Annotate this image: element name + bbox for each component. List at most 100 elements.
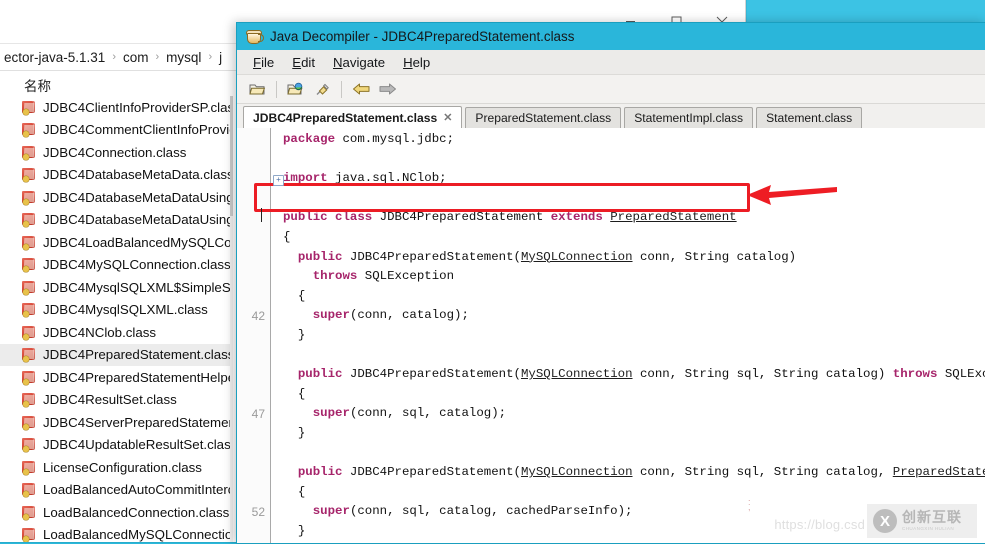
code-line: { [283, 287, 985, 307]
breadcrumb-item-1[interactable]: com [119, 50, 153, 65]
logo-mark-icon: X [873, 509, 897, 533]
list-item[interactable]: LoadBalancedConnection.class [0, 501, 232, 524]
tab-close-icon[interactable]: ✕ [443, 111, 452, 124]
navigate-back-button[interactable] [349, 78, 373, 100]
menu-item-file[interactable]: File [244, 53, 283, 72]
code-token-plain: (conn, sql, catalog, cachedParseInfo); [349, 504, 633, 519]
code-token-lnk[interactable]: MySQLConnection [521, 367, 633, 381]
tab-label: PreparedStatement.class [475, 111, 612, 125]
watermark-dots: :, [748, 497, 751, 512]
tab-2[interactable]: StatementImpl.class [624, 107, 754, 128]
list-item[interactable]: JDBC4ResultSet.class [0, 389, 232, 412]
list-item[interactable]: JDBC4MysqlSQLXML$SimpleSaxT [0, 276, 232, 299]
breadcrumb-item-2[interactable]: mysql [162, 50, 205, 65]
list-item[interactable]: JDBC4DatabaseMetaDataUsingIn [0, 186, 232, 209]
menu-item-help[interactable]: Help [394, 53, 439, 72]
back-arrow-icon [352, 83, 369, 95]
list-item[interactable]: LoadBalancedAutoCommitInterce [0, 479, 232, 502]
column-header-name[interactable]: 名称 [0, 71, 230, 99]
open-type-button[interactable] [284, 78, 308, 100]
list-item[interactable]: LoadBalancedMySQLConnection. [0, 524, 232, 542]
tab-3[interactable]: Statement.class [756, 107, 863, 128]
class-file-icon [22, 505, 37, 520]
list-item[interactable]: LicenseConfiguration.class [0, 456, 232, 479]
list-item[interactable]: JDBC4DatabaseMetaData.class [0, 164, 232, 187]
source-code[interactable]: package com.mysql.jdbc; import java.sql.… [283, 128, 985, 543]
tab-label: StatementImpl.class [634, 111, 744, 125]
code-token-kw: public [297, 367, 343, 382]
java-coffee-cup-icon [246, 29, 264, 45]
code-line: public class JDBC4PreparedStatement exte… [283, 208, 985, 228]
code-line: import java.sql.NClob; [283, 169, 985, 189]
class-file-icon [22, 302, 37, 318]
tab-label: JDBC4PreparedStatement.class [253, 110, 438, 125]
breadcrumb-item-3[interactable]: j [215, 50, 226, 65]
code-token-plain: { [283, 386, 306, 401]
list-item[interactable]: JDBC4Connection.class [0, 141, 232, 164]
list-item[interactable]: JDBC4ServerPreparedStatement. [0, 411, 232, 434]
code-token-plain: } [283, 327, 306, 342]
code-line: super(conn, catalog); [283, 306, 985, 326]
code-token-lnk[interactable]: PreparedStatement.P [893, 465, 985, 479]
code-line: } [283, 326, 985, 346]
class-file-icon [22, 347, 37, 363]
list-item[interactable]: JDBC4PreparedStatement.class [0, 343, 232, 366]
jd-tab-bar[interactable]: JDBC4PreparedStatement.class ✕ PreparedSta… [237, 104, 985, 129]
code-token-kw: super [312, 406, 350, 421]
code-line: } [283, 424, 985, 444]
fold-column[interactable] [271, 128, 283, 543]
toolbar-separator [276, 80, 277, 98]
list-item[interactable]: JDBC4MysqlSQLXML.class [0, 299, 232, 322]
code-token-kw: super [312, 308, 350, 323]
logo-text: 创新互联 [902, 509, 962, 526]
code-viewer[interactable]: 42475256 package com.mysql.jdbc; import … [237, 128, 985, 543]
list-item[interactable]: JDBC4NClob.class [0, 321, 232, 344]
code-token-plain: } [283, 425, 306, 440]
list-item[interactable]: JDBC4UpdatableResultSet.class [0, 434, 232, 457]
list-item[interactable]: JDBC4PreparedStatementHelper. [0, 366, 232, 389]
breadcrumb-item-0[interactable]: ector-java-5.1.31 [0, 50, 109, 65]
list-item[interactable]: JDBC4ClientInfoProviderSP.class [0, 96, 232, 119]
list-item-label: JDBC4LoadBalancedMySQLConn [43, 234, 232, 250]
navigate-forward-button[interactable] [375, 78, 399, 100]
file-list[interactable]: JDBC4ClientInfoProviderSP.class JDBC4Comm… [0, 96, 232, 542]
list-item-label: JDBC4CommentClientInfoProvide [43, 122, 232, 138]
line-number: 42 [251, 309, 265, 324]
menu-item-edit[interactable]: Edit [283, 53, 324, 72]
jd-toolbar[interactable] [237, 75, 985, 104]
jd-menu-bar[interactable]: File Edit Navigate Help [237, 50, 985, 75]
list-item[interactable]: JDBC4LoadBalancedMySQLConn [0, 231, 232, 254]
list-item[interactable]: JDBC4DatabaseMetaDataUsingIn [0, 209, 232, 232]
code-token-plain: JDBC4PreparedStatement [372, 210, 551, 225]
class-file-icon [22, 325, 37, 340]
class-file-icon [22, 257, 37, 273]
open-folder-button[interactable] [245, 78, 269, 100]
code-token-plain: SQLException [944, 367, 985, 382]
menu-item-navigate[interactable]: Navigate [324, 53, 394, 72]
list-item[interactable]: JDBC4MySQLConnection.class [0, 254, 232, 277]
fold-toggle-icon[interactable]: + [273, 175, 284, 187]
open-folder-icon [248, 84, 265, 94]
code-token-lnk[interactable]: MySQLConnection [521, 465, 633, 479]
watermark-logo: X 创新互联 CHUANGXIN HULIAN [867, 504, 977, 538]
list-item[interactable]: JDBC4CommentClientInfoProvide [0, 119, 232, 142]
tab-1[interactable]: PreparedStatement.class [465, 107, 622, 128]
breadcrumb-separator-icon: › [112, 51, 116, 63]
line-number: 47 [251, 407, 265, 422]
code-token-plain: java.sql.NClob; [327, 171, 447, 186]
list-item-label: JDBC4ResultSet.class [43, 392, 177, 408]
code-token-lnk[interactable]: PreparedStatement [610, 210, 736, 224]
class-file-icon [22, 280, 37, 295]
code-token-lnk[interactable]: MySQLConnection [521, 250, 633, 264]
tab-0[interactable]: JDBC4PreparedStatement.class ✕ [243, 106, 463, 129]
code-line: { [283, 483, 985, 503]
list-item-label: JDBC4MysqlSQLXML.class [43, 302, 208, 318]
search-pin-button[interactable] [310, 78, 334, 100]
